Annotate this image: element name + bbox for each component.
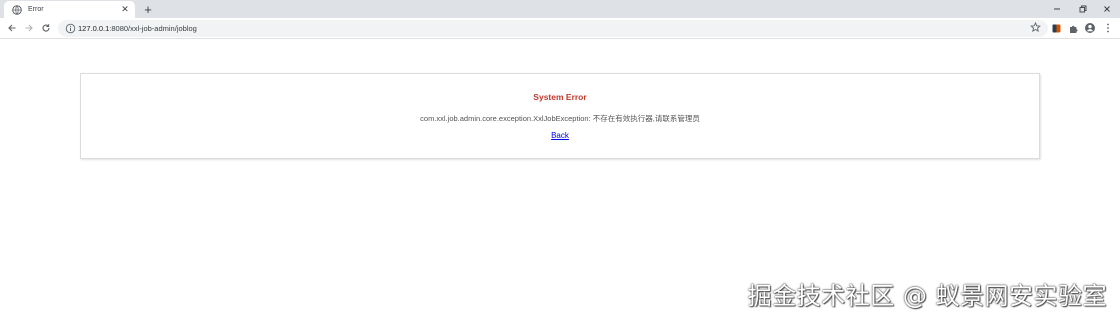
new-tab-button[interactable]: + xyxy=(141,2,155,17)
close-window-icon[interactable] xyxy=(1094,0,1120,18)
url-text: 127.0.0.1:8080/xxl-job-admin/joblog xyxy=(78,24,197,33)
watermark: 掘金技术社区 @ 蚁景网安实验室 xyxy=(747,282,1107,310)
tab-title: Error xyxy=(28,6,44,13)
back-arrow-icon[interactable] xyxy=(4,20,20,36)
back-link-wrapper: Back xyxy=(81,131,1039,140)
forward-arrow-icon[interactable] xyxy=(21,20,37,36)
browser-tab[interactable]: Error ✕ xyxy=(4,1,135,18)
error-panel: System Error com.xxl.job.admin.core.exce… xyxy=(80,73,1040,159)
star-icon[interactable] xyxy=(1028,20,1042,34)
restore-icon[interactable] xyxy=(1070,0,1096,18)
profile-icon[interactable] xyxy=(1083,21,1097,35)
reload-icon[interactable] xyxy=(38,20,54,36)
globe-icon xyxy=(12,4,22,15)
url-host: 127.0.0.1 xyxy=(78,24,110,33)
menu-dots-icon[interactable] xyxy=(1101,21,1115,35)
browser-toolbar: 127.0.0.1:8080/xxl-job-admin/joblog xyxy=(0,18,1120,39)
address-bar[interactable]: 127.0.0.1:8080/xxl-job-admin/joblog xyxy=(58,20,1048,37)
extension-icon[interactable] xyxy=(1049,21,1063,35)
url-path: :8080/xxl-job-admin/joblog xyxy=(109,24,197,33)
back-link[interactable]: Back xyxy=(551,131,569,140)
error-message: com.xxl.job.admin.core.exception.XxlJobE… xyxy=(420,114,700,123)
puzzle-icon[interactable] xyxy=(1066,21,1080,35)
minimize-icon[interactable] xyxy=(1044,0,1070,18)
close-tab-icon[interactable]: ✕ xyxy=(119,4,131,16)
info-icon[interactable] xyxy=(65,23,76,34)
tab-strip: Error ✕ + xyxy=(0,0,1120,18)
error-title: System Error xyxy=(533,92,587,102)
